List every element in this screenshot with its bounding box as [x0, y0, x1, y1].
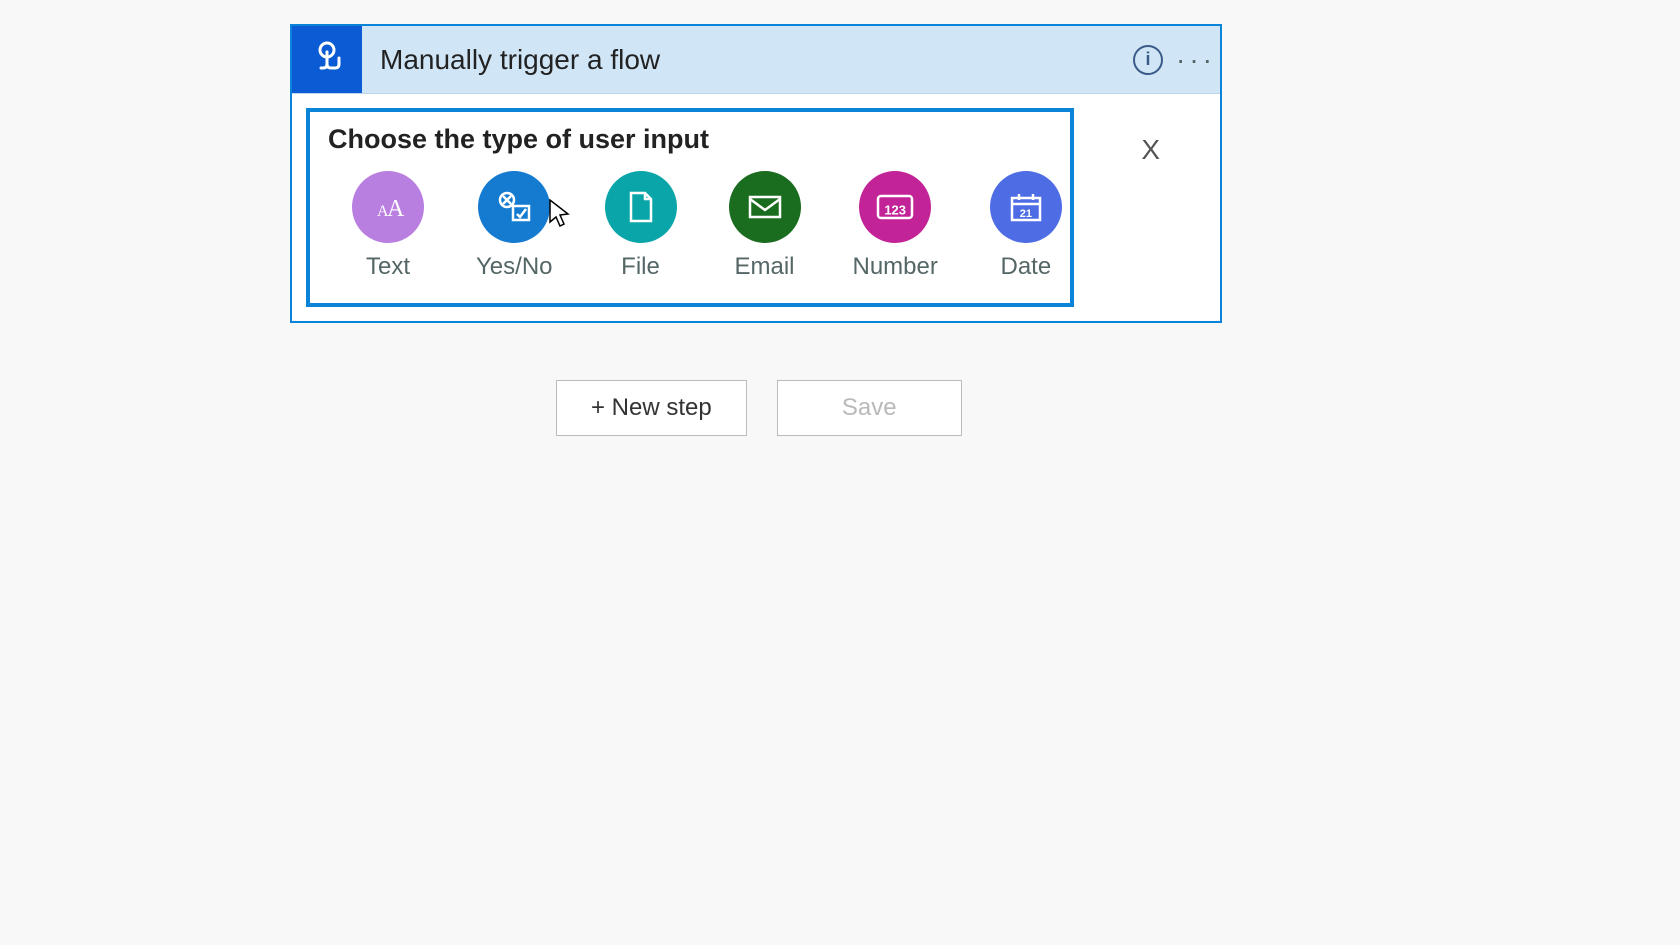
input-type-panel: Choose the type of user input A A Text [306, 108, 1074, 307]
info-button[interactable]: i [1124, 26, 1172, 94]
info-icon: i [1133, 45, 1163, 75]
number-icon-text: 123 [884, 202, 906, 217]
close-panel-button[interactable]: X [1141, 134, 1160, 166]
panel-title: Choose the type of user input [328, 124, 1052, 155]
input-type-label: File [621, 253, 660, 281]
input-type-label: Date [1001, 253, 1052, 281]
more-button[interactable]: ··· [1172, 26, 1220, 94]
svg-text:A: A [387, 196, 405, 222]
trigger-title: Manually trigger a flow [362, 44, 1124, 76]
input-type-yesno[interactable]: Yes/No [476, 171, 553, 281]
date-icon: 21 [990, 171, 1062, 243]
touch-icon [292, 26, 362, 93]
save-button[interactable]: Save [777, 380, 962, 436]
text-icon: A A [352, 171, 424, 243]
trigger-header: Manually trigger a flow i ··· [292, 26, 1220, 94]
number-icon: 123 [859, 171, 931, 243]
actions-row: + New step Save [556, 380, 962, 436]
trigger-body: Choose the type of user input A A Text [292, 94, 1220, 321]
input-type-number[interactable]: 123 Number [853, 171, 938, 281]
input-type-options: A A Text [352, 171, 1052, 281]
input-type-date[interactable]: 21 Date [990, 171, 1062, 281]
input-type-label: Number [853, 253, 938, 281]
date-day: 21 [1020, 208, 1032, 220]
input-type-label: Email [734, 253, 794, 281]
yesno-icon [478, 171, 550, 243]
file-icon [605, 171, 677, 243]
input-type-file[interactable]: File [605, 171, 677, 281]
more-icon: ··· [1176, 46, 1216, 74]
input-type-label: Yes/No [476, 253, 553, 281]
input-type-email[interactable]: Email [729, 171, 801, 281]
input-type-label: Text [366, 253, 410, 281]
input-type-text[interactable]: A A Text [352, 171, 424, 281]
new-step-button[interactable]: + New step [556, 380, 747, 436]
trigger-card: Manually trigger a flow i ··· Choose the… [290, 24, 1222, 323]
email-icon [729, 171, 801, 243]
